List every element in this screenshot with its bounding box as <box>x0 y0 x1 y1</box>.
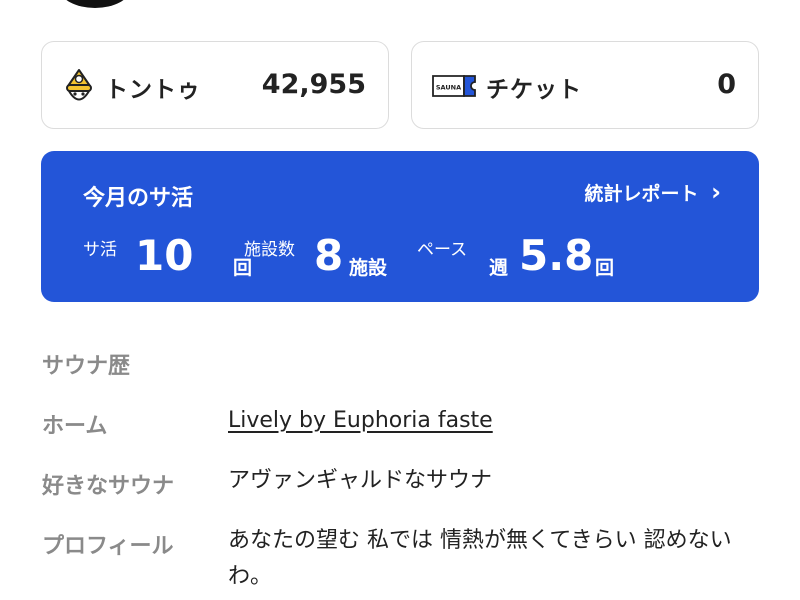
stats-report-link[interactable]: 統計レポート › <box>584 178 721 206</box>
pace-label: ペース <box>417 240 468 260</box>
pace-unit: 回 <box>595 257 615 279</box>
sauna-history-label: サウナ歴 <box>42 354 131 379</box>
monthly-sakatsu-panel: 今月のサ活 統計レポート › サ活 10 回 施設数 8 施設 ペース 週 5.… <box>41 151 759 302</box>
chevron-right-icon: › <box>711 178 721 206</box>
pace-value: 5.8 <box>519 231 594 280</box>
facilities-value: 8 <box>314 231 344 280</box>
profile-label: プロフィール <box>42 534 174 559</box>
ticket-count: 0 <box>717 69 736 100</box>
favorite-sauna-label: 好きなサウナ <box>42 474 175 499</box>
favorite-sauna-value: アヴァンギャルドなサウナ <box>228 468 493 493</box>
facilities-label: 施設数 <box>244 240 295 260</box>
stats-report-label: 統計レポート <box>584 183 699 205</box>
sessions-label: サ活 <box>83 240 117 260</box>
tonttu-mascot-icon <box>62 68 96 110</box>
avatar[interactable] <box>60 0 130 8</box>
home-label: ホーム <box>42 414 108 439</box>
sauna-ticket-icon: SAUNA <box>432 75 476 101</box>
pace-prefix: 週 <box>489 257 509 279</box>
monthly-title: 今月のサ活 <box>83 186 194 211</box>
sessions-value: 10 <box>135 231 194 280</box>
tonttu-label: トントゥ <box>105 77 201 103</box>
ticket-icon-text: SAUNA <box>436 84 461 92</box>
ticket-label: チケット <box>486 77 582 103</box>
profile-bio-text: あなたの望む 私では 情熱が無くてきらい 認めないわ。 <box>228 528 732 589</box>
facilities-unit: 施設 <box>349 257 388 279</box>
home-sauna-link[interactable]: Lively by Euphoria faste <box>228 403 748 439</box>
tonttu-count: 42,955 <box>261 69 366 100</box>
tonttu-balance-card[interactable]: トントゥ 42,955 <box>41 41 389 129</box>
ticket-balance-card[interactable]: SAUNA チケット 0 <box>411 41 759 129</box>
